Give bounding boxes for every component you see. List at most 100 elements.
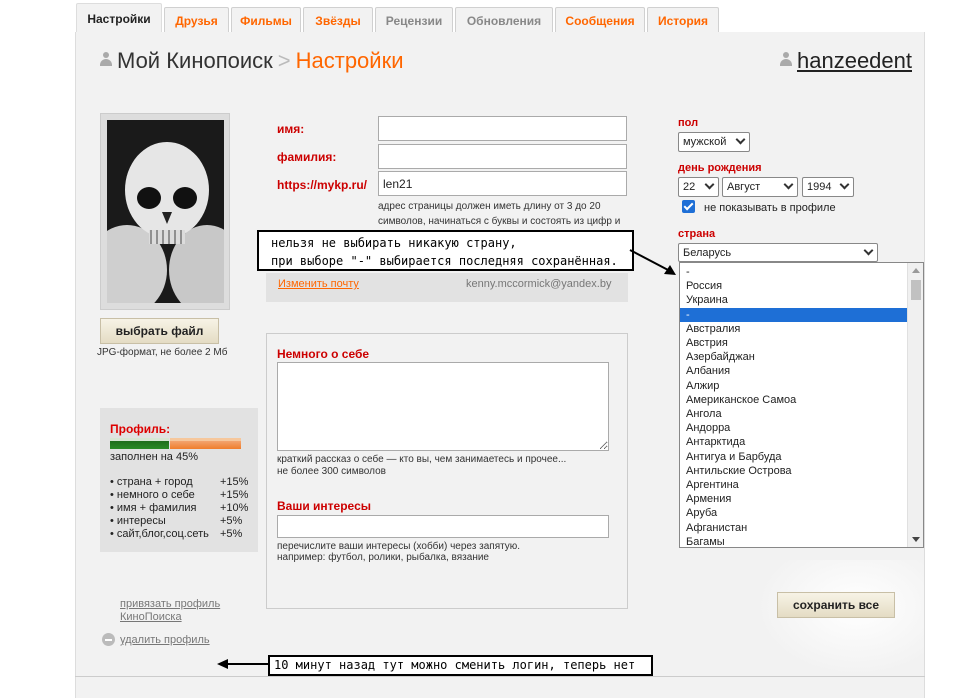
about-textarea[interactable] (277, 362, 609, 451)
tab-messages[interactable]: Сообщения (555, 7, 645, 33)
delete-icon[interactable] (102, 633, 115, 646)
chevron-down-icon (839, 179, 850, 190)
profile-item-pct: +15% (220, 476, 249, 488)
profile-item: • интересы +5% (110, 515, 242, 527)
username-link-wrap: hanzeedent (780, 48, 912, 74)
country-value: Беларусь (683, 247, 732, 259)
save-all-button[interactable]: сохранить все (777, 592, 895, 618)
profile-item-pct: +5% (220, 515, 243, 527)
user-icon (780, 52, 792, 66)
profile-completion-box: Профиль: заполнен на 45% • страна + горо… (100, 408, 258, 552)
page-title: Мой Кинопоиск > Настройки (100, 48, 404, 74)
country-option[interactable]: Россия (680, 279, 908, 293)
scroll-up-icon[interactable] (912, 268, 920, 273)
interests-label: Ваши интересы (277, 499, 371, 513)
country-option[interactable]: Багамы (680, 535, 908, 547)
country-option[interactable]: Антарктида (680, 435, 908, 449)
country-option[interactable]: Аруба (680, 506, 908, 520)
country-option[interactable]: - (680, 307, 908, 322)
country-option[interactable]: Ангола (680, 407, 908, 421)
profile-progress-bar (110, 438, 241, 449)
country-dropdown: - Россия Украина - Австралия Австрия Азербайдж… (679, 262, 924, 548)
chevron-down-icon (783, 179, 794, 190)
profile-item-label: • интересы (110, 515, 166, 527)
profile-item: • страна + город +15% (110, 476, 248, 488)
dropdown-scrollbar[interactable] (907, 263, 923, 547)
scroll-thumb[interactable] (911, 280, 921, 300)
country-option[interactable]: Афганистан (680, 521, 908, 535)
birth-day-select[interactable]: 22 (678, 177, 719, 197)
choose-file-button[interactable]: выбрать файл (100, 318, 219, 344)
tab-friends[interactable]: Друзья (164, 7, 229, 33)
country-option[interactable]: Австралия (680, 322, 908, 336)
interests-hint: перечислите ваши интересы (хобби) через … (277, 541, 521, 552)
interests-input[interactable] (277, 515, 609, 538)
profile-item-pct: +5% (220, 528, 243, 540)
bind-profile-link-line2[interactable]: КиноПоиска (120, 611, 182, 623)
birth-month-select[interactable]: Август (722, 177, 798, 197)
username-link[interactable]: hanzeedent (797, 48, 912, 73)
country-option[interactable]: Азербайджан (680, 350, 908, 364)
url-prefix-label: https://mykp.ru/ (277, 178, 368, 192)
email-value: kenny.mccormick@yandex.by (466, 278, 612, 290)
annotation-login: 10 минут назад тут можно сменить логин, … (268, 655, 653, 676)
profile-item: • имя + фамилия +10% (110, 502, 248, 514)
country-select[interactable]: Беларусь (678, 243, 878, 262)
profile-item-label: • немного о себе (110, 489, 195, 501)
country-option[interactable]: Американское Самоа (680, 393, 908, 407)
tab-reviews[interactable]: Рецензии (375, 7, 453, 33)
country-option[interactable]: Антигуа и Барбуда (680, 450, 908, 464)
footer-divider (75, 676, 925, 677)
profile-url-input[interactable] (378, 171, 627, 196)
profile-item-pct: +15% (220, 489, 249, 501)
tab-settings[interactable]: Настройки (76, 3, 162, 33)
profile-item-label: • сайт,блог,соц.сеть (110, 528, 209, 540)
breadcrumb-root[interactable]: Мой Кинопоиск (117, 48, 273, 73)
country-option[interactable]: Андорра (680, 421, 908, 435)
progress-remaining (170, 438, 241, 449)
avatar-frame (100, 113, 230, 310)
interests-example: например: футбол, ролики, рыбалка, вязан… (277, 552, 489, 563)
annotation-country-line1: нельзя не выбирать никакую страну, (271, 236, 517, 250)
country-option[interactable]: Алжир (680, 379, 908, 393)
url-hint: адрес страницы должен иметь длину от 3 д… (378, 201, 621, 227)
gender-label: пол (678, 117, 699, 129)
bind-profile-link[interactable]: привязать профиль (120, 598, 220, 610)
scroll-down-icon[interactable] (912, 537, 920, 542)
profile-item-label: • имя + фамилия (110, 502, 197, 514)
gender-value: мужской (683, 136, 727, 148)
profile-header: Профиль: (110, 422, 171, 436)
about-label: Немного о себе (277, 347, 370, 361)
profile-item-pct: +10% (220, 502, 249, 514)
profile-item: • сайт,блог,соц.сеть +5% (110, 528, 242, 540)
about-limit-hint: не более 300 символов (277, 466, 386, 477)
gender-select[interactable]: мужской (678, 132, 750, 152)
country-option[interactable]: Албания (680, 364, 908, 378)
first-name-label: имя: (277, 122, 305, 136)
change-email-link[interactable]: Изменить почту (278, 278, 359, 290)
profile-item-label: • страна + город (110, 476, 193, 488)
breadcrumb-current: Настройки (295, 48, 404, 73)
hide-birthday-checkbox[interactable] (682, 200, 695, 213)
about-hint: краткий рассказ о себе — кто вы, чем зан… (277, 454, 567, 465)
country-option[interactable]: Аргентина (680, 478, 908, 492)
last-name-input[interactable] (378, 144, 627, 169)
chevron-down-icon (704, 179, 715, 190)
avatar-hint: JPG-формат, не более 2 Мб (97, 347, 228, 358)
tab-updates[interactable]: Обновления (455, 7, 553, 33)
tab-history[interactable]: История (647, 7, 719, 33)
annotation-country: нельзя не выбирать никакую страну, при в… (257, 230, 634, 271)
tab-stars[interactable]: Звёзды (303, 7, 373, 33)
birth-year-select[interactable]: 1994 (802, 177, 854, 197)
hide-birthday-label: не показывать в профиле (704, 202, 836, 214)
delete-profile-link[interactable]: удалить профиль (120, 634, 210, 646)
country-option[interactable]: Украина (680, 293, 908, 307)
country-option[interactable]: Армения (680, 492, 908, 506)
breadcrumb-separator: > (277, 48, 291, 73)
country-option[interactable]: - (680, 265, 908, 279)
country-option[interactable]: Антильские Острова (680, 464, 908, 478)
tab-films[interactable]: Фильмы (231, 7, 301, 33)
first-name-input[interactable] (378, 116, 627, 141)
birth-year-value: 1994 (807, 181, 832, 193)
country-option[interactable]: Австрия (680, 336, 908, 350)
